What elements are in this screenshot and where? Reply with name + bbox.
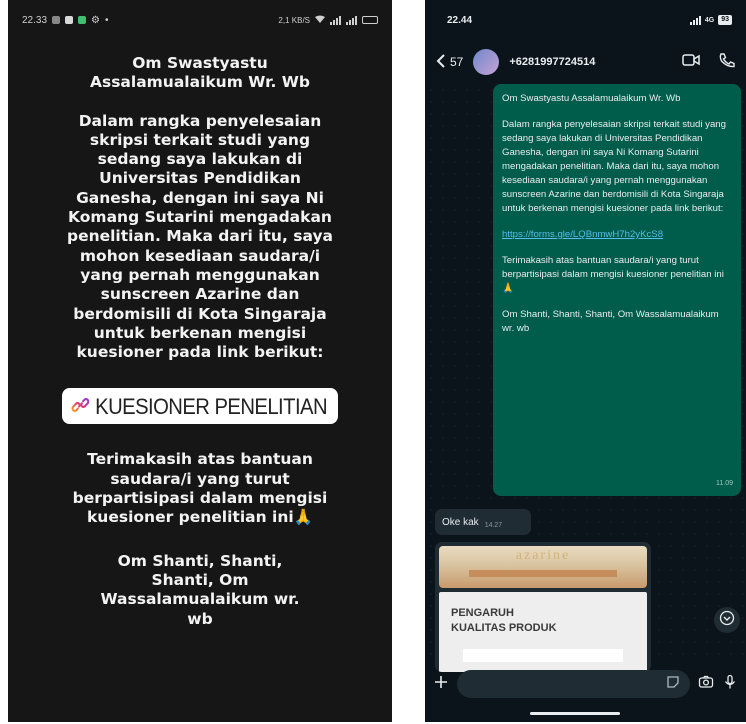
story-greeting: Om Swastyastu Assalamualaikum Wr. Wb: [89, 54, 311, 92]
phone-icon[interactable]: [718, 52, 736, 73]
settings-icon: ⚙: [91, 14, 100, 26]
status-time: 22.33: [22, 14, 48, 26]
plus-icon[interactable]: [433, 674, 449, 695]
chevron-down-circle-icon: [719, 610, 735, 631]
incoming-message[interactable]: Oke kak 14.27: [435, 509, 531, 535]
message-thanks: Terimakasih atas bantuan saudara/i yang …: [502, 255, 724, 294]
sticker-icon[interactable]: [666, 675, 680, 694]
notification-icon: [65, 16, 74, 24]
back-button[interactable]: 57: [435, 53, 464, 71]
avatar[interactable]: [473, 49, 500, 75]
link-icon: [71, 395, 90, 417]
chevron-left-icon: [435, 53, 447, 71]
document-title-line: PENGARUH: [451, 607, 514, 619]
message-greeting: Om Swastyastu Assalamualaikum Wr. Wb: [502, 93, 681, 104]
video-call-icon[interactable]: [682, 52, 700, 73]
status-bar: 22.44 4G 93: [425, 0, 746, 40]
form-link[interactable]: https://forms.gle/LQBnmwH7h2yKcS8: [502, 228, 732, 242]
chat-area[interactable]: Om Swastyastu Assalamualaikum Wr. Wb Dal…: [425, 84, 746, 672]
story-thanks: Terimakasih atas bantuan saudara/i yang …: [72, 450, 328, 527]
link-sticker[interactable]: KUESIONER PENELITIAN: [61, 388, 339, 425]
link-sticker-label: KUESIONER PENELITIAN: [95, 393, 327, 419]
battery-icon: 93: [718, 15, 732, 25]
status-time: 22.44: [447, 14, 473, 26]
story-body: Dalam rangka penyelesaian skripsi terkai…: [66, 111, 334, 362]
instagram-story-screen: 22.33 ⚙ • 2,1 KB/S Om Swastyastu Assalam…: [8, 0, 392, 722]
scroll-down-button[interactable]: [714, 607, 740, 633]
outgoing-message[interactable]: Om Swastyastu Assalamualaikum Wr. Wb Dal…: [493, 84, 741, 496]
contact-name[interactable]: +6281997724514: [509, 56, 595, 68]
battery-icon: [362, 16, 378, 24]
message-time: 14.27: [484, 521, 503, 529]
message-body: Dalam rangka penyelesaian skripsi terkai…: [502, 119, 726, 214]
message-time: 11.09: [716, 480, 733, 487]
notification-icon: [78, 16, 87, 24]
status-bar: 22.33 ⚙ • 2,1 KB/S: [8, 0, 392, 40]
signal-icon: [346, 15, 357, 25]
notification-icon: [52, 16, 61, 24]
mic-icon[interactable]: [722, 674, 738, 695]
story-closing: Om Shanti, Shanti, Shanti, Om Wassalamua…: [100, 551, 300, 628]
chat-header: 57 +6281997724514: [425, 40, 746, 84]
message-input[interactable]: [457, 670, 690, 698]
data-speed: 2,1 KB/S: [278, 15, 310, 25]
story-text: Om Swastyastu Assalamualaikum Wr. Wb Dal…: [8, 54, 392, 629]
brand-logo: azarine: [515, 548, 571, 563]
incoming-message-text: Oke kak: [442, 516, 479, 528]
message-closing: Om Shanti, Shanti, Shanti, Om Wassalamua…: [502, 309, 719, 334]
signal-icon: [330, 15, 341, 25]
signal-icon: [689, 15, 701, 25]
camera-icon[interactable]: [698, 674, 714, 695]
network-type: 4G: [704, 16, 715, 24]
dot-icon: •: [105, 14, 109, 26]
whatsapp-chat-screen: 22.44 4G 93 57 +6281997724514 Om Swastya…: [425, 0, 746, 722]
document-thumbnail: azarine: [439, 546, 647, 588]
document-title-line: KUALITAS PRODUK: [451, 622, 557, 634]
wifi-icon: [315, 15, 325, 25]
redaction-bar: [463, 649, 623, 662]
message-composer: [425, 664, 746, 704]
home-indicator: [530, 712, 620, 715]
unread-count: 57: [450, 55, 464, 69]
